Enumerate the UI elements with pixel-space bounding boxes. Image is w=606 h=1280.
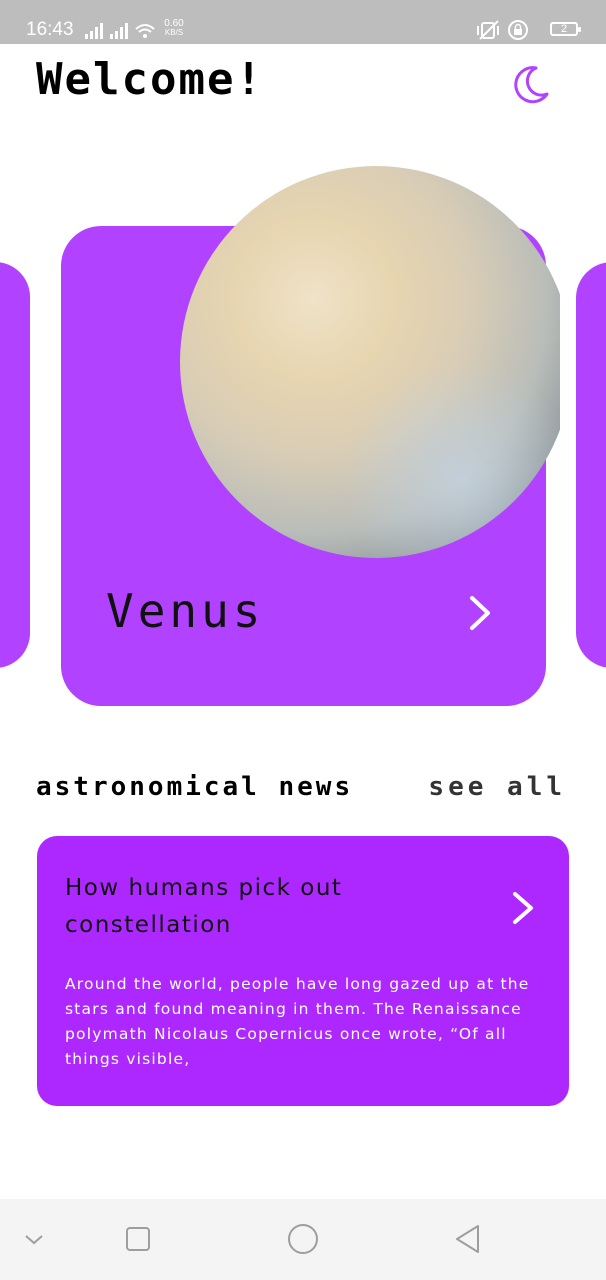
system-nav-bar	[0, 1199, 606, 1280]
chevron-right-icon[interactable]	[466, 594, 494, 632]
home-icon[interactable]	[285, 1221, 321, 1257]
status-time: 16:43	[26, 19, 74, 40]
status-bar: 16:43 0.60 KB/S 2	[0, 0, 606, 44]
battery-icon: 2	[550, 22, 581, 36]
network-speed-value: 0.60	[164, 18, 184, 29]
app-screen: 16:43 0.60 KB/S 2 Welcome! Venus astrono…	[0, 0, 606, 1280]
chevron-right-icon[interactable]	[511, 890, 535, 926]
moon-icon[interactable]	[508, 64, 550, 106]
network-speed-unit: KB/S	[164, 28, 184, 37]
network-speed: 0.60 KB/S	[159, 18, 189, 38]
news-section-title: astronomical news	[36, 772, 354, 802]
news-headline: How humans pick out constellation	[65, 875, 343, 938]
signal-icon	[85, 23, 155, 39]
recent-apps-icon[interactable]	[120, 1221, 156, 1257]
planet-name: Venus	[106, 584, 265, 638]
news-card[interactable]: How humans pick out constellation Around…	[37, 836, 569, 1106]
previous-planet-card[interactable]	[0, 262, 30, 668]
next-planet-card[interactable]	[576, 262, 606, 668]
page-title: Welcome!	[36, 54, 264, 105]
see-all-link[interactable]: see all	[428, 772, 566, 802]
back-icon[interactable]	[450, 1221, 486, 1257]
status-right-icons	[477, 20, 528, 40]
planet-image	[180, 166, 560, 558]
chevron-down-icon[interactable]	[16, 1221, 52, 1257]
news-excerpt: Around the world, people have long gazed…	[65, 975, 530, 1068]
